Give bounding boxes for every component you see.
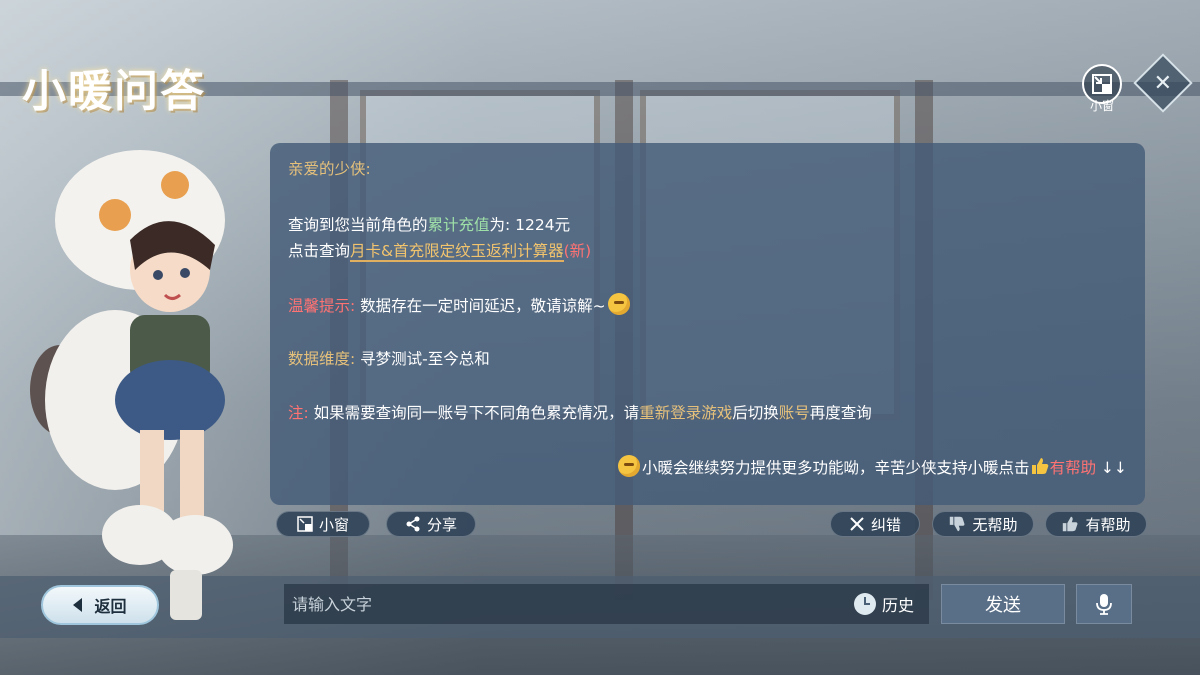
mini-window-pill-label: 小窗	[318, 515, 349, 534]
mini-window-label: 小窗	[1089, 99, 1114, 113]
message-panel: 亲爱的少侠: 查询到您当前角色的累计充值为: 1224元 点击查询月卡&首充限定…	[270, 143, 1145, 505]
dimension-text: 寻梦测试-至今总和	[360, 350, 490, 368]
close-icon: ✕	[1153, 70, 1173, 96]
query-prefix: 查询到您当前角色的	[288, 216, 428, 234]
back-label: 返回	[94, 597, 127, 616]
click-prefix: 点击查询	[288, 242, 351, 260]
microphone-icon	[1096, 594, 1112, 615]
tip-label: 温馨提示:	[288, 297, 356, 315]
thumbs-up-icon	[1063, 516, 1078, 532]
footer-text: 小暖会继续努力提供更多功能呦，辛苦少侠支持小暖点击	[642, 459, 1030, 477]
send-button[interactable]: 发送	[941, 584, 1065, 624]
calculator-link[interactable]: 月卡&首充限定纹玉返利计算器	[350, 242, 564, 262]
tip-line: 温馨提示: 数据存在一定时间延迟，敬请谅解~	[288, 293, 632, 316]
dimension-label: 数据维度:	[288, 350, 356, 368]
query-suffix: 为: 1224元	[489, 216, 571, 234]
mascot-character	[30, 150, 233, 620]
clock-icon	[854, 593, 876, 615]
thumbs-down-icon	[950, 516, 965, 532]
correct-button[interactable]: 纠错	[830, 511, 920, 537]
note-line: 注: 如果需要查询同一账号下不同角色累充情况，请重新登录游戏后切换账号再度查询	[288, 401, 872, 423]
note-text-1: 如果需要查询同一账号下不同角色累充情况，请	[313, 404, 640, 422]
note-label: 注:	[288, 404, 309, 422]
share-label: 分享	[426, 515, 457, 534]
microphone-button[interactable]	[1076, 584, 1132, 624]
message-input[interactable]	[284, 584, 929, 624]
share-button[interactable]: 分享	[386, 511, 476, 537]
note-highlight-relogin: 重新登录游戏	[639, 404, 733, 422]
not-helpful-button[interactable]: 无帮助	[932, 511, 1034, 537]
history-label: 历史	[882, 596, 915, 615]
tip-text: 数据存在一定时间延迟，敬请谅解~	[360, 297, 606, 315]
helpful-label: 有帮助	[1085, 515, 1131, 534]
greeting-text: 亲爱的少侠:	[288, 160, 371, 178]
back-arrow-icon	[73, 598, 83, 612]
note-text-3: 再度查询	[809, 404, 872, 422]
history-button[interactable]: 历史	[854, 590, 914, 618]
mini-window-icon	[297, 516, 313, 532]
page-title: 小暖问答	[22, 66, 206, 117]
back-button[interactable]: 返回	[41, 585, 159, 625]
mini-window-icon	[1092, 74, 1112, 94]
note-text-2: 后切换	[732, 404, 779, 422]
dimension-line: 数据维度: 寻梦测试-至今总和	[288, 347, 490, 369]
share-icon	[406, 516, 420, 532]
query-line: 查询到您当前角色的累计充值为: 1224元	[288, 213, 570, 235]
kiss-emoji-icon	[607, 293, 630, 315]
mini-window-pill-button[interactable]: 小窗	[276, 511, 370, 537]
query-highlight: 累计充值	[427, 216, 490, 234]
kiss-emoji-icon	[618, 455, 641, 477]
thumbs-up-icon	[1031, 458, 1048, 474]
note-highlight-account: 账号	[778, 404, 810, 422]
footer-line: 小暖会继续努力提供更多功能呦，辛苦少侠支持小暖点击 有帮助 ↓↓	[616, 455, 1127, 478]
correct-label: 纠错	[870, 515, 901, 534]
not-helpful-label: 无帮助	[972, 515, 1018, 534]
click-line: 点击查询月卡&首充限定纹玉返利计算器(新)	[288, 239, 592, 262]
footer-arrows: ↓↓	[1101, 459, 1127, 477]
footer-highlight: 有帮助	[1049, 459, 1097, 477]
cross-icon	[850, 517, 864, 531]
helpful-button[interactable]: 有帮助	[1045, 511, 1147, 537]
new-tag: (新)	[563, 242, 592, 260]
